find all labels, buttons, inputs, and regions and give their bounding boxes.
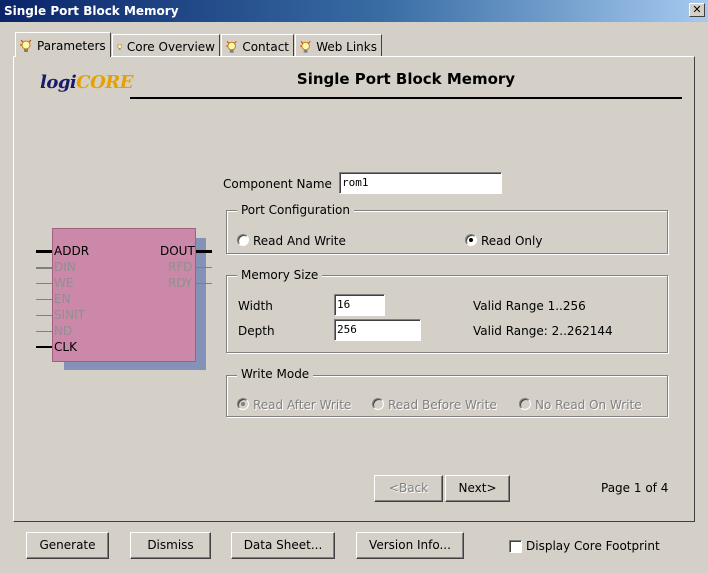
- depth-input[interactable]: 256: [334, 319, 421, 341]
- pin-we-line: [36, 283, 52, 284]
- read-before-write-label[interactable]: Read Before Write: [388, 398, 497, 412]
- write-mode-legend: Write Mode: [237, 367, 314, 381]
- tab-label: Parameters: [37, 39, 106, 53]
- tab-contact[interactable]: Contact: [221, 34, 294, 56]
- radio-read-only[interactable]: [465, 234, 477, 246]
- radio-read-and-write[interactable]: [237, 234, 249, 246]
- memory-size-legend: Memory Size: [237, 268, 323, 282]
- title-divider: [130, 97, 682, 99]
- page-title: Single Port Block Memory: [296, 70, 516, 88]
- read-only-label[interactable]: Read Only: [481, 234, 542, 248]
- pin-clk: CLK: [54, 340, 77, 354]
- memory-size-group: [226, 275, 668, 353]
- data-sheet-button[interactable]: Data Sheet...: [231, 532, 335, 559]
- tab-parameters[interactable]: Parameters: [15, 32, 111, 57]
- width-label: Width: [238, 299, 273, 313]
- pin-sinit-line: [36, 315, 52, 316]
- pin-clk-line: [36, 346, 52, 348]
- tab-web-links[interactable]: Web Links: [295, 34, 382, 56]
- pin-rfd-line: [196, 267, 212, 268]
- component-name-label: Component Name: [223, 177, 332, 191]
- tab-label: Contact: [242, 39, 289, 54]
- pin-rdy-line: [196, 283, 212, 284]
- radio-selected-dot: [241, 402, 245, 406]
- dismiss-button[interactable]: Dismiss: [130, 532, 211, 559]
- next-button[interactable]: Next>: [445, 475, 510, 502]
- pin-we: WE: [54, 276, 74, 290]
- pin-nd: ND: [54, 324, 73, 338]
- radio-read-after-write[interactable]: [237, 398, 249, 410]
- pin-din: DIN: [54, 260, 76, 274]
- radio-read-before-write[interactable]: [372, 398, 384, 410]
- pin-addr-line: [36, 250, 52, 253]
- pin-en-line: [36, 299, 52, 300]
- pin-rfd: RFD: [168, 260, 193, 274]
- back-button[interactable]: <Back: [374, 475, 443, 502]
- pin-dout-line: [196, 250, 212, 253]
- radio-selected-dot: [469, 238, 473, 242]
- page-indicator: Page 1 of 4: [601, 481, 669, 495]
- read-after-write-label[interactable]: Read After Write: [253, 398, 351, 412]
- close-button[interactable]: ✕: [689, 3, 705, 17]
- pin-addr: ADDR: [54, 244, 90, 258]
- close-icon: ✕: [692, 3, 702, 16]
- component-name-input[interactable]: rom1: [339, 172, 502, 194]
- title-bar[interactable]: Single Port Block Memory: [0, 0, 708, 22]
- read-and-write-label[interactable]: Read And Write: [253, 234, 346, 248]
- radio-no-read-on-write[interactable]: [519, 398, 531, 410]
- tab-label: Web Links: [316, 39, 377, 54]
- window-title: Single Port Block Memory: [4, 4, 179, 18]
- version-info-button[interactable]: Version Info...: [356, 532, 464, 559]
- display-core-footprint-checkbox[interactable]: [509, 540, 522, 553]
- pin-nd-line: [36, 331, 52, 332]
- pin-rdy: RDY: [168, 276, 193, 290]
- lightbulb-icon: [300, 40, 311, 53]
- depth-valid-range: Valid Range: 2..262144: [473, 324, 613, 338]
- depth-label: Depth: [238, 324, 275, 338]
- width-input[interactable]: 16: [334, 294, 385, 316]
- display-core-footprint-label[interactable]: Display Core Footprint: [526, 539, 660, 553]
- no-read-on-write-label[interactable]: No Read On Write: [535, 398, 642, 412]
- lightbulb-icon: [20, 39, 32, 52]
- port-configuration-legend: Port Configuration: [237, 203, 354, 217]
- pin-dout: DOUT: [160, 244, 195, 258]
- lightbulb-icon: [226, 40, 237, 53]
- tab-label: Core Overview: [126, 39, 215, 54]
- generate-button[interactable]: Generate: [26, 532, 109, 559]
- lightbulb-icon: [117, 43, 123, 50]
- pin-sinit: SINIT: [54, 308, 86, 322]
- tab-core-overview[interactable]: Core Overview: [112, 34, 220, 56]
- width-valid-range: Valid Range 1..256: [473, 299, 586, 313]
- pin-en: EN: [54, 292, 71, 306]
- logicore-logo: logiCORE: [40, 72, 133, 93]
- pin-din-line: [36, 267, 52, 269]
